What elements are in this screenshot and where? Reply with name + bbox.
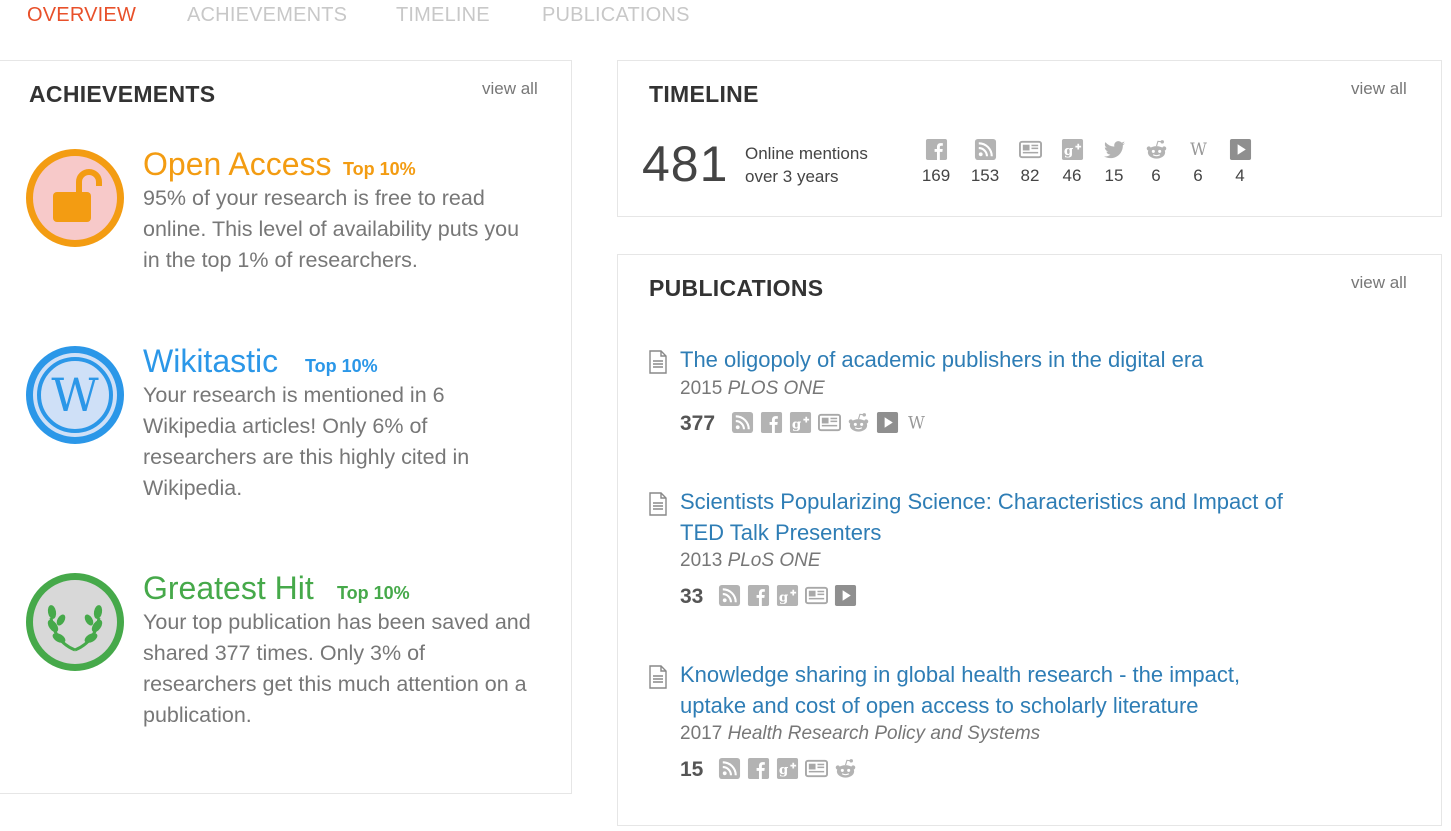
news-icon[interactable] [818,411,841,434]
google-plus-icon[interactable] [789,411,812,434]
facebook-icon[interactable] [747,584,770,607]
video-icon[interactable] [876,411,899,434]
achievement-rank-badge: Top 10% [337,583,410,603]
achievement-title: Greatest Hit [143,570,314,606]
news-icon[interactable] [805,584,828,607]
achievement-description: Your top publication has been saved and … [143,610,531,727]
reddit-icon[interactable] [847,411,870,434]
google-plus-icon [1061,138,1084,161]
publication-meta: 2015 PLOS ONE [680,378,825,399]
source-twitter[interactable]: 15 [1094,138,1134,186]
tab-overview[interactable]: OVERVIEW [27,4,136,27]
publication-score: 33 [680,585,704,608]
facebook-icon[interactable] [747,757,770,780]
publication-meta: 2017 Health Research Policy and Systems [680,723,1041,744]
tab-achievements[interactable]: ACHIEVEMENTS [187,4,347,27]
facebook-icon [925,138,948,161]
publication-sources [731,411,928,434]
twitter-icon [1103,138,1126,161]
document-icon [648,350,668,374]
source-google-plus[interactable]: 46 [1052,138,1092,186]
achievements-panel: ACHIEVEMENTS view all Open Access Top 10… [0,60,572,794]
publications-view-all-link[interactable]: view all [1351,273,1407,293]
publication-item: Scientists Popularizing Science: Charact… [648,486,1408,616]
svg-text:W: W [51,368,99,422]
laurel-icon [26,573,124,671]
achievements-view-all-link[interactable]: view all [482,79,538,99]
mentions-label: Online mentions over 3 years [745,144,868,186]
publications-title: PUBLICATIONS [649,275,824,301]
news-icon[interactable] [805,757,828,780]
video-icon [1229,138,1252,161]
wikipedia-icon [1187,138,1210,161]
publication-title-link[interactable]: Knowledge sharing in global health resea… [680,659,1300,721]
rss-icon[interactable] [718,757,741,780]
tab-bar: OVERVIEW ACHIEVEMENTS TIMELINE PUBLICATI… [0,0,1451,34]
publication-sources [718,584,857,607]
publication-item: Knowledge sharing in global health resea… [648,659,1408,789]
publication-sources [718,757,857,780]
reddit-icon[interactable] [834,757,857,780]
publication-item: The oligopoly of academic publishers in … [648,344,1408,444]
source-blogs[interactable]: 153 [965,138,1005,186]
source-wikipedia[interactable]: 6 [1178,138,1218,186]
source-video[interactable]: 4 [1220,138,1260,186]
publication-score: 15 [680,758,704,781]
unlock-icon [26,149,124,247]
source-news[interactable]: 82 [1010,138,1050,186]
google-plus-icon[interactable] [776,757,799,780]
achievement-rank-badge: Top 10% [305,356,378,376]
achievements-title: ACHIEVEMENTS [29,81,216,107]
tab-publications[interactable]: PUBLICATIONS [542,4,690,27]
source-facebook[interactable]: 169 [916,138,956,186]
timeline-view-all-link[interactable]: view all [1351,79,1407,99]
source-reddit[interactable]: 6 [1136,138,1176,186]
publication-score: 377 [680,412,716,435]
publication-meta: 2013 PLoS ONE [680,550,821,571]
tab-timeline[interactable]: TIMELINE [396,4,490,27]
timeline-title: TIMELINE [649,81,759,107]
publication-title-link[interactable]: Scientists Popularizing Science: Charact… [680,486,1300,548]
mentions-total: 481 [642,136,729,192]
achievement-description: 95% of your research is free to read onl… [143,186,520,272]
achievement-rank-badge: Top 10% [343,159,416,179]
wikipedia-icon[interactable] [905,411,928,434]
achievement-description: Your research is mentioned in 6 Wikipedi… [143,383,470,500]
document-icon [648,665,668,689]
achievement-title: Wikitastic [143,343,279,379]
rss-icon[interactable] [731,411,754,434]
facebook-icon[interactable] [760,411,783,434]
rss-icon [974,138,997,161]
google-plus-icon[interactable] [776,584,799,607]
publication-title-link[interactable]: The oligopoly of academic publishers in … [680,344,1300,375]
achievement-title: Open Access [143,146,332,182]
rss-icon[interactable] [718,584,741,607]
document-icon [648,492,668,516]
timeline-panel: TIMELINE view all 481 Online mentions ov… [617,60,1442,217]
wikipedia-icon: W [26,346,124,444]
news-icon [1019,138,1042,161]
reddit-icon [1145,138,1168,161]
video-icon[interactable] [834,584,857,607]
